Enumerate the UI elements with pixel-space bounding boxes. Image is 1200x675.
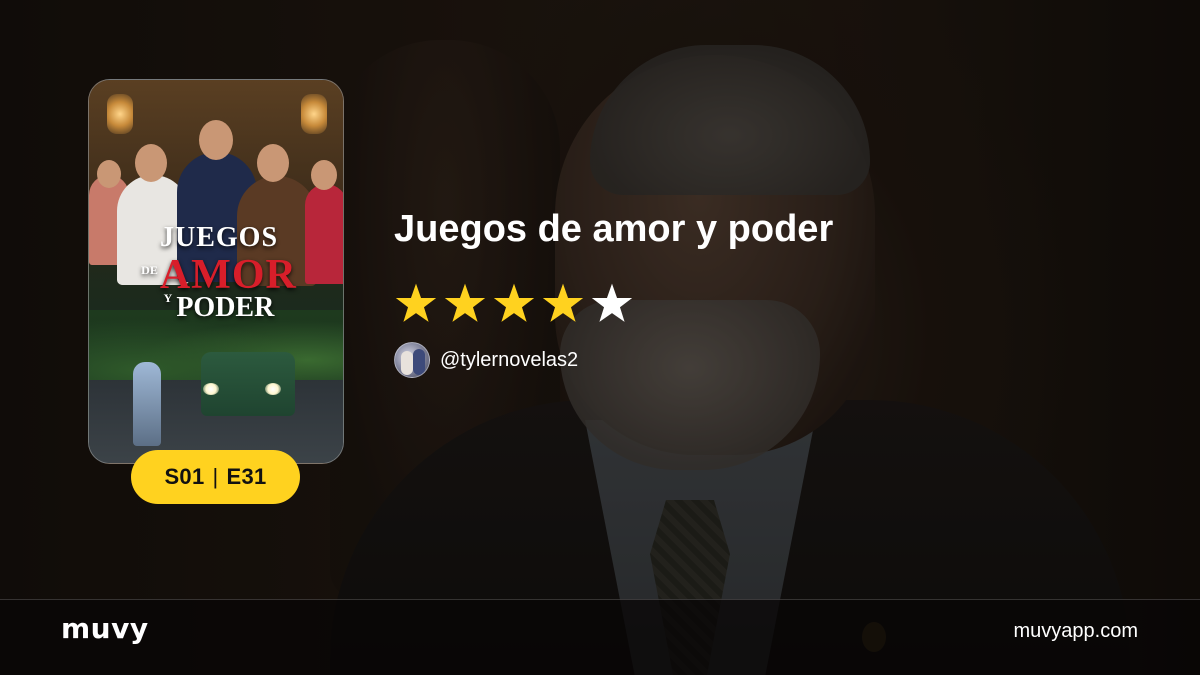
poster-title-poder: PODER (176, 292, 275, 323)
poster-face (199, 120, 233, 160)
poster-face (257, 144, 289, 182)
poster-headlight (203, 383, 219, 395)
avatar-figure (401, 351, 413, 375)
star-empty-icon (591, 283, 633, 322)
poster-lamp-left (107, 94, 133, 134)
star-filled-icon (395, 283, 437, 322)
avatar-figure (413, 349, 425, 375)
poster-face (97, 160, 121, 188)
episode-label: E31 (226, 464, 267, 489)
poster-face (311, 160, 337, 190)
poster-walker (133, 362, 161, 446)
episode-badge: S01 | E31 (131, 450, 300, 504)
poster-title-juegos: JUEGOS (159, 222, 279, 253)
season-label: S01 (164, 464, 205, 489)
show-title: Juegos de amor y poder (394, 208, 834, 250)
poster-title-line2: DEAMOR (109, 254, 329, 296)
star-filled-icon (493, 283, 535, 322)
footer-bar: muvy muvyapp.com (0, 599, 1200, 675)
site-link[interactable]: muvyapp.com (1014, 620, 1139, 643)
poster-title-y: Y (163, 291, 173, 305)
user-handle[interactable]: @tylernovelas2 (440, 349, 578, 372)
episode-separator: | (212, 464, 219, 489)
poster-face (135, 144, 167, 182)
star-filled-icon (444, 283, 486, 322)
poster-headlight (265, 383, 281, 395)
show-poster[interactable]: JUEGOS DEAMOR Y PODER (88, 79, 344, 464)
user-row[interactable]: @tylernovelas2 (394, 342, 578, 378)
star-rating (394, 282, 634, 324)
muvy-logo[interactable]: muvy (61, 612, 149, 645)
star-filled-icon (542, 283, 584, 322)
user-avatar[interactable] (394, 342, 430, 378)
poster-lamp-right (301, 94, 327, 134)
poster-title: JUEGOS DEAMOR Y PODER (109, 224, 329, 322)
poster-title-de: DE (141, 263, 158, 277)
